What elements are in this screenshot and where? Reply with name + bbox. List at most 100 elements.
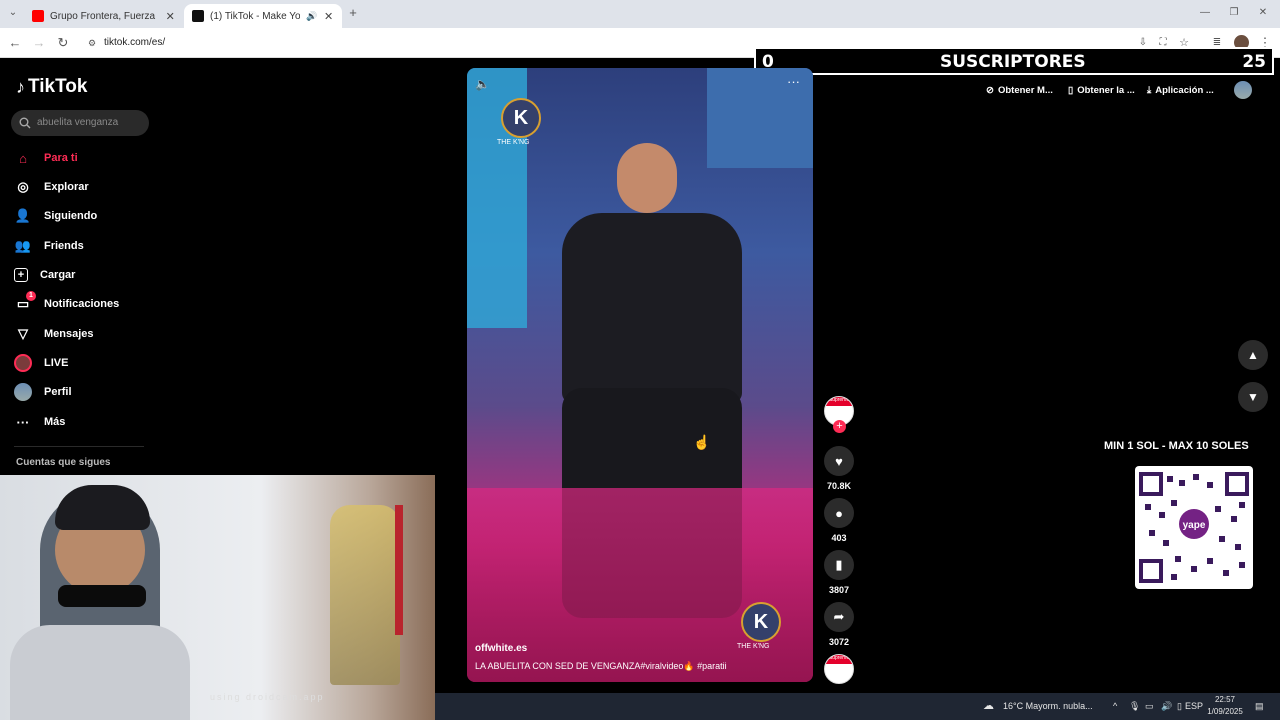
windows-taskbar: ☁ 16°C Mayorm. nubla... ^ 🎙 ▭ 🔊 ▯ ESP 22… <box>435 693 1280 720</box>
browser-tab-strip: ⌄ Grupo Frontera, Fuerza Regida ✕ (1) Ti… <box>0 0 1280 28</box>
get-app-link[interactable]: ▯ Obtener la ... <box>1068 80 1135 100</box>
sidebar-item-label: Más <box>44 416 66 428</box>
search-placeholder: abuelita venganza <box>37 117 119 128</box>
desktop-app-link[interactable]: ⤓ Aplicación ... <box>1147 80 1214 100</box>
sidebar-divider <box>14 446 144 447</box>
yape-qr-code: yape <box>1135 466 1253 589</box>
site-info-icon[interactable]: ⚙ <box>88 32 96 54</box>
weather-text[interactable]: 16°C Mayorm. nubla... <box>1003 701 1093 711</box>
tab-youtube[interactable]: Grupo Frontera, Fuerza Regida ✕ <box>24 4 184 28</box>
droidcam-watermark: using droidcam.app <box>210 692 325 702</box>
live-avatar <box>14 354 32 372</box>
phone-icon: ▯ <box>1068 84 1074 96</box>
share-count: 3072 <box>828 637 850 647</box>
close-window-icon[interactable]: ✕ <box>1254 4 1272 22</box>
compass-icon: ◎ <box>17 179 29 194</box>
clock-date[interactable]: 1/09/2025 <box>1201 707 1249 716</box>
network-icon[interactable]: ▭ <box>1145 701 1154 712</box>
sidebar-item-label: Friends <box>44 240 84 252</box>
next-video-button[interactable]: ▼ <box>1238 382 1268 412</box>
home-icon: ⌂ <box>19 150 27 166</box>
sidebar-item-para-ti[interactable]: ⌂ Para ti <box>14 147 78 169</box>
notification-badge: 1 <box>26 291 36 301</box>
chevron-down-icon: ▼ <box>1247 390 1259 404</box>
clock-time[interactable]: 22:57 <box>1203 695 1247 704</box>
channel-logo-text: THE K'NG <box>497 139 530 146</box>
tab-tiktok[interactable]: (1) TikTok - Make Your Day 🔊 ✕ <box>184 4 342 28</box>
battery-icon[interactable]: ▯ <box>1177 701 1182 712</box>
subscribers-overlay: 0 SUSCRIPTORES 25 <box>754 47 1274 75</box>
watermark-logo-icon: K <box>741 602 781 642</box>
tiktok-favicon-icon <box>192 10 204 22</box>
donation-label: MIN 1 SOL - MAX 10 SOLES <box>1104 440 1249 452</box>
sidebar-item-label: Cargar <box>40 269 76 281</box>
youtube-icon <box>32 10 44 22</box>
more-options-icon[interactable]: ··· <box>787 74 800 89</box>
upload-icon: + <box>14 268 28 282</box>
previous-video-button[interactable]: ▲ <box>1238 340 1268 370</box>
follow-plus-icon[interactable]: + <box>833 420 846 433</box>
sidebar-item-cargar[interactable]: + Cargar <box>14 264 75 286</box>
share-button[interactable]: ➦ <box>824 602 854 632</box>
sidebar-item-siguiendo[interactable]: 👤 Siguiendo <box>14 205 97 227</box>
volume-icon[interactable]: 🔈 <box>475 77 490 91</box>
sidebar-item-label: Para ti <box>44 152 78 164</box>
like-count: 70.8K <box>826 481 852 491</box>
search-input[interactable]: abuelita venganza <box>11 110 149 136</box>
webcam-feed <box>0 475 435 720</box>
sidebar-item-mas[interactable]: ··· Más <box>14 411 66 433</box>
bookmark-icon: ▮ <box>835 557 843 572</box>
sidebar-item-label: Notificaciones <box>44 298 120 310</box>
get-coins-link[interactable]: ⊘ Obtener M... <box>986 80 1053 100</box>
tiktok-logo[interactable]: ♪ TikTok <box>16 76 87 98</box>
close-tab-icon[interactable]: ✕ <box>164 10 176 23</box>
sidebar-item-label: LIVE <box>44 357 69 369</box>
save-count: 3807 <box>828 585 850 595</box>
tab-title: (1) TikTok - Make Your Day <box>210 10 300 22</box>
back-icon[interactable]: ← <box>6 34 24 52</box>
sidebar-item-label: Perfil <box>44 386 72 398</box>
tray-chevron-icon[interactable]: ^ <box>1113 701 1117 711</box>
minimize-icon[interactable]: — <box>1196 4 1214 22</box>
like-button[interactable]: ♥ <box>824 446 854 476</box>
sidebar-item-friends[interactable]: 👥 Friends <box>14 235 84 257</box>
comment-count: 403 <box>831 533 847 543</box>
reload-icon[interactable]: ↻ <box>54 34 72 52</box>
sidebar-item-notificaciones[interactable]: ▭ 1 Notificaciones <box>14 291 120 315</box>
sidebar-item-label: Siguiendo <box>44 210 98 222</box>
volume-tray-icon[interactable]: 🔊 <box>1161 701 1172 712</box>
svg-text:yape: yape <box>1183 520 1206 531</box>
restore-icon[interactable]: ❐ <box>1225 4 1243 22</box>
mic-icon[interactable]: 🎙 <box>1129 701 1140 712</box>
link-label: Aplicación ... <box>1155 84 1214 96</box>
comment-button[interactable]: ● <box>824 498 854 528</box>
video-caption: LA ABUELITA CON SED DE VENGANZA#viralvid… <box>475 661 727 671</box>
tab-search-icon[interactable]: ⌄ <box>4 4 22 22</box>
coin-icon: ⊘ <box>986 84 994 96</box>
sidebar-item-perfil[interactable]: Perfil <box>14 381 72 403</box>
save-button[interactable]: ▮ <box>824 550 854 580</box>
logo-text: TikTok <box>28 76 88 97</box>
chevron-up-icon: ▲ <box>1247 348 1259 362</box>
profile-avatar <box>14 383 32 401</box>
mouse-cursor-icon: ☝ <box>693 434 711 450</box>
new-tab-button[interactable]: + <box>344 4 362 22</box>
video-username[interactable]: offwhite.es <box>475 643 527 654</box>
sidebar-item-mensajes[interactable]: ▽ Mensajes <box>14 323 94 345</box>
download-icon: ⤓ <box>1147 84 1152 96</box>
weather-icon: ☁ <box>983 700 994 712</box>
user-avatar[interactable] <box>1234 81 1252 99</box>
sidebar-item-live[interactable]: LIVE <box>14 352 68 374</box>
sound-avatar[interactable]: Supreme <box>824 654 854 684</box>
comment-icon: ● <box>835 505 843 521</box>
search-icon <box>19 117 31 129</box>
sidebar-item-explorar[interactable]: ◎ Explorar <box>14 176 88 198</box>
forward-icon[interactable]: → <box>30 34 48 52</box>
close-tab-icon[interactable]: ✕ <box>323 10 334 23</box>
notification-center-icon[interactable]: ▤ <box>1255 701 1264 712</box>
inbox-icon: ▭ 1 <box>14 291 36 313</box>
video-player[interactable]: K THE K'NG K THE K'NG 🔈 ··· <box>467 68 813 682</box>
following-icon: 👤 <box>14 208 32 223</box>
speaker-icon[interactable]: 🔊 <box>306 11 317 22</box>
link-label: Obtener M... <box>997 84 1053 96</box>
